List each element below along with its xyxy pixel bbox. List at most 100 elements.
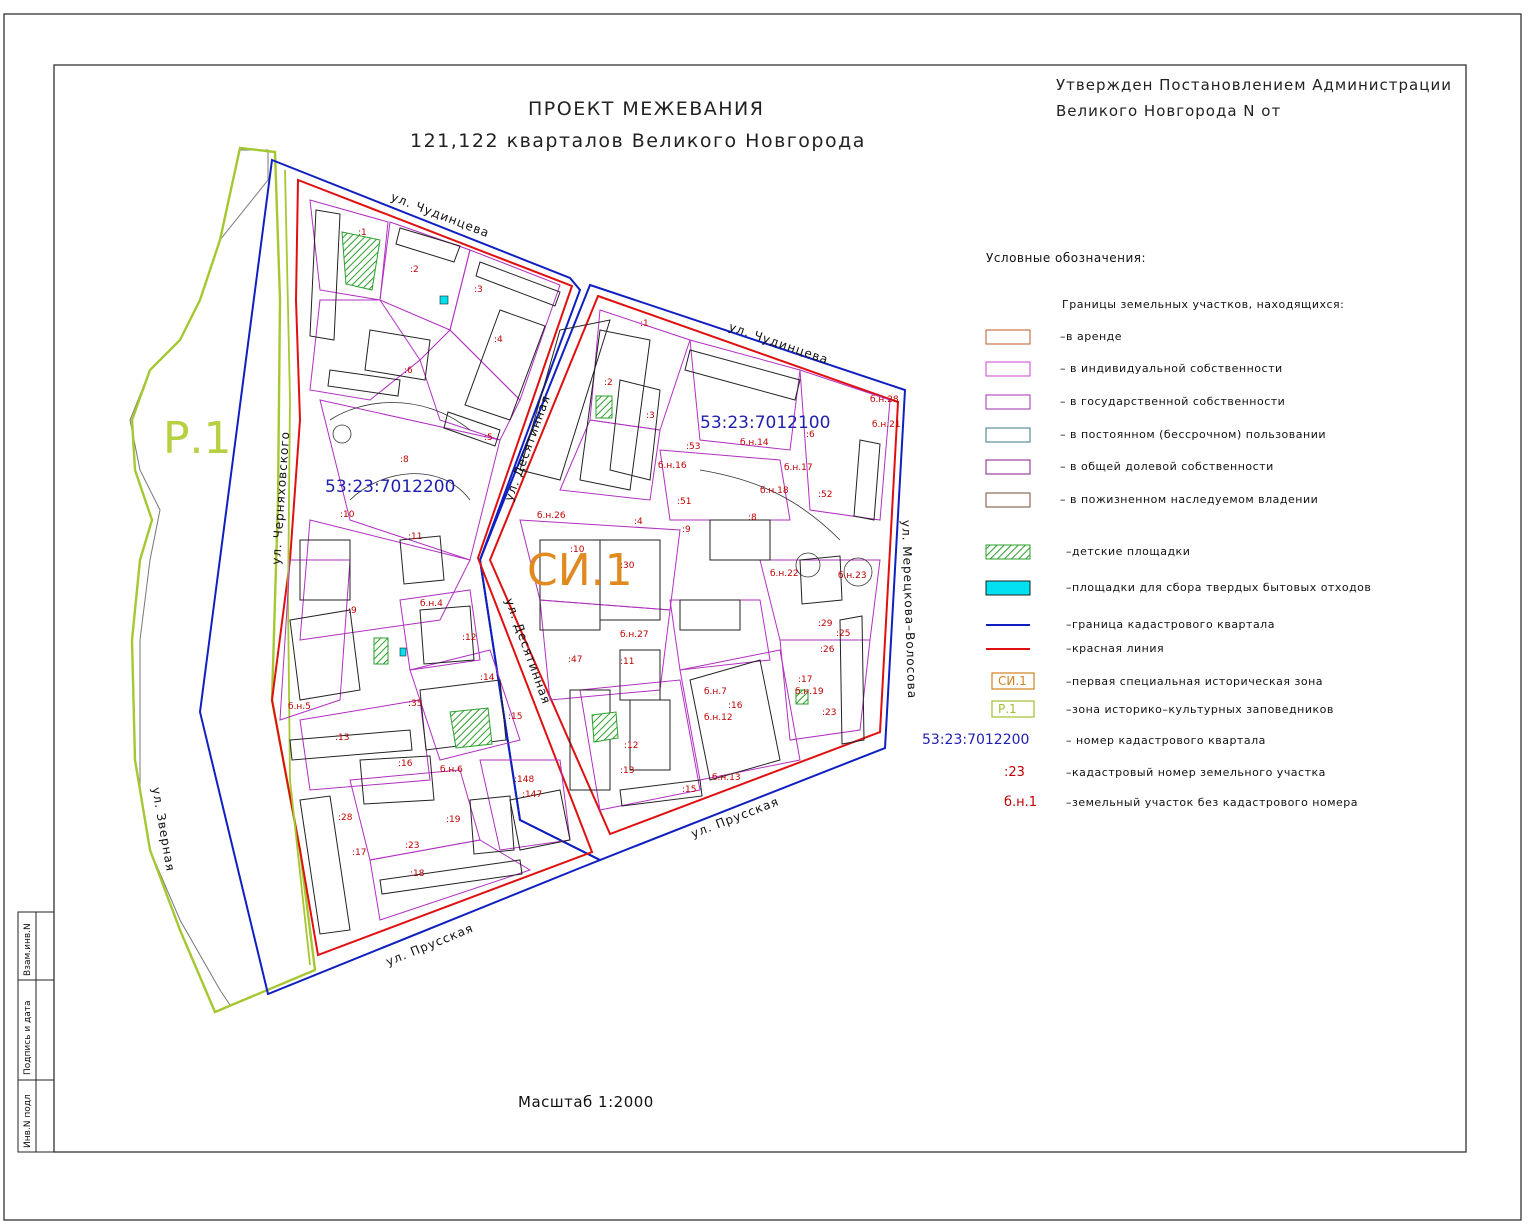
legend-label-5: – в пожизненном наследуемом владении bbox=[1060, 493, 1318, 506]
parcel-label[interactable]: б.н.27 bbox=[620, 630, 649, 640]
parcel-label[interactable]: :3 bbox=[474, 285, 483, 295]
parcel-label[interactable]: :8 bbox=[400, 455, 409, 465]
parcel-label[interactable]: б.н.19 bbox=[795, 687, 824, 697]
parcel-label[interactable]: б.н.6 bbox=[440, 765, 463, 775]
parcel-label[interactable]: :25 bbox=[836, 629, 850, 639]
parcel-label[interactable]: :17 bbox=[352, 848, 366, 858]
parcel-label[interactable]: :16 bbox=[398, 759, 413, 769]
parcel-label[interactable]: б.н.14 bbox=[740, 438, 769, 448]
parcel-label[interactable]: б.н.7 bbox=[704, 687, 727, 697]
stamp-replace: Взам.инв.N bbox=[23, 923, 33, 976]
legend-tag-text: СИ.1 bbox=[998, 674, 1027, 688]
parcel-label[interactable]: б.н.12 bbox=[704, 713, 733, 723]
legend-label-9: –красная линия bbox=[1066, 642, 1164, 655]
parcel-label[interactable]: :15 bbox=[508, 712, 522, 722]
parcel-label[interactable]: :3 bbox=[646, 411, 655, 421]
waste-site[interactable] bbox=[399, 647, 407, 657]
legend-symbol-14: б.н.1 bbox=[1004, 795, 1037, 810]
legend-heading: Условные обозначения: bbox=[986, 251, 1146, 265]
parcel-label[interactable]: :9 bbox=[682, 525, 691, 535]
parcel-label[interactable]: :10 bbox=[340, 510, 355, 520]
title-line-2: 121,122 кварталов Великого Новгорода bbox=[410, 130, 866, 152]
parcel-label[interactable]: :29 bbox=[818, 619, 833, 629]
parcel-label[interactable]: :147 bbox=[522, 790, 542, 800]
parcel-label[interactable]: :12 bbox=[624, 741, 638, 751]
parcel-label[interactable]: :1 bbox=[640, 319, 649, 329]
legend-symbol-6 bbox=[985, 544, 1031, 560]
legend-tag-text: Р.1 bbox=[998, 702, 1017, 716]
parcel-label[interactable]: б.н.24 bbox=[0, 0, 29, 3]
parcel-label[interactable]: :23 bbox=[405, 841, 419, 851]
parcel-label[interactable]: б.н.4 bbox=[420, 599, 443, 609]
parcel-label[interactable]: :52 bbox=[818, 490, 832, 500]
side-stamp: Инв.N подл Подпись и дата Взам.инв.N bbox=[17, 911, 55, 1153]
parcel-label[interactable]: б.н.22 bbox=[770, 569, 799, 579]
parcel-label[interactable]: :14 bbox=[480, 673, 495, 683]
parcel-label[interactable]: :1 bbox=[358, 228, 367, 238]
parcel-label[interactable]: :11 bbox=[620, 657, 634, 667]
parcel-label[interactable]: :26 bbox=[820, 645, 835, 655]
parcel-label[interactable]: :6 bbox=[404, 366, 413, 376]
parcel-label[interactable]: б.н.26 bbox=[537, 511, 566, 521]
parcel-label[interactable]: :23 bbox=[822, 708, 836, 718]
approval-line-1: Утвержден Постановлением Администрации bbox=[1056, 76, 1452, 94]
legend-label-6: –детские площадки bbox=[1066, 545, 1190, 558]
parcel-label[interactable]: :13 bbox=[620, 766, 634, 776]
parcel-label[interactable]: :28 bbox=[338, 813, 353, 823]
legend-label-4: – в общей долевой собственности bbox=[1060, 460, 1274, 473]
legend-symbol-11: Р.1 bbox=[991, 700, 1035, 718]
parcel-label[interactable]: :47 bbox=[568, 655, 582, 665]
legend-symbol-5 bbox=[985, 492, 1031, 508]
cadastral-sheet: Инв.N подл Подпись и дата Взам.инв.N Утв… bbox=[0, 0, 1522, 1221]
legend-symbol-2 bbox=[985, 394, 1031, 410]
parcel-label[interactable]: :35 bbox=[408, 699, 422, 709]
parcel-label[interactable]: :51 bbox=[677, 497, 691, 507]
parcel-label[interactable]: :17 bbox=[798, 675, 812, 685]
parcel-label[interactable]: :2 bbox=[410, 265, 419, 275]
legend-label-2: – в государственной собственности bbox=[1060, 395, 1285, 408]
parcel-label[interactable]: :19 bbox=[446, 815, 461, 825]
parcel-label[interactable]: б.н.28 bbox=[870, 395, 899, 405]
street-desyatinnaya-north: ул. Десятинная bbox=[502, 393, 553, 503]
parcel-label[interactable]: :15 bbox=[682, 785, 696, 795]
approval-line-2: Великого Новгорода N от bbox=[1056, 102, 1281, 120]
legend-symbol-10: СИ.1 bbox=[991, 672, 1035, 690]
parcel-label[interactable]: б.н.5 bbox=[288, 702, 311, 712]
parcel-label[interactable]: :4 bbox=[634, 517, 643, 527]
parcel-label[interactable]: :148 bbox=[514, 775, 534, 785]
legend-label-14: –земельный участок без кадастрового номе… bbox=[1066, 796, 1358, 809]
parcel-label[interactable]: :10 bbox=[570, 545, 585, 555]
parcel-label[interactable]: б.н.21 bbox=[872, 420, 901, 430]
parcel-label[interactable]: :16 bbox=[728, 701, 743, 711]
parcel-label[interactable]: б.н.16 bbox=[658, 461, 687, 471]
legend-symbol-13: :23 bbox=[1004, 765, 1025, 780]
stamp-inv: Инв.N подл bbox=[23, 1094, 33, 1148]
parcel-label[interactable]: :2 bbox=[604, 378, 613, 388]
parcel-label[interactable]: :13 bbox=[335, 733, 349, 743]
street-chudintseva-west: ул. Чудинцева bbox=[389, 190, 492, 241]
stamp-signature: Подпись и дата bbox=[23, 1000, 33, 1075]
legend-label-0: –в аренде bbox=[1060, 330, 1122, 343]
parcel-label[interactable]: б.н.13 bbox=[712, 773, 741, 783]
legend-symbol-3 bbox=[985, 427, 1031, 443]
zone-r1-label: Р.1 bbox=[163, 413, 232, 464]
parcel-label[interactable]: :30 bbox=[620, 561, 635, 571]
parcel-label[interactable]: б.н.17 bbox=[784, 463, 813, 473]
street-prusskaya-east: ул. Прусская bbox=[689, 794, 781, 840]
title-line-1: ПРОЕКТ МЕЖЕВАНИЯ bbox=[528, 98, 764, 120]
parcel-label[interactable]: :8 bbox=[748, 513, 757, 523]
parcel-label[interactable]: :6 bbox=[806, 430, 815, 440]
parcel-label[interactable]: :12 bbox=[462, 633, 476, 643]
parcel-label[interactable]: б.н.23 bbox=[838, 571, 867, 581]
legend-label-13: –кадастровый номер земельного участка bbox=[1066, 766, 1326, 779]
parcel-label[interactable]: :9 bbox=[348, 606, 357, 616]
parcel-label[interactable]: :18 bbox=[410, 869, 425, 879]
parcel-label[interactable]: б.н.18 bbox=[760, 486, 789, 496]
parcel-label[interactable]: :53 bbox=[686, 442, 700, 452]
legend-symbol-1 bbox=[985, 361, 1031, 377]
parcel-label[interactable]: :4 bbox=[494, 335, 503, 345]
waste-site[interactable] bbox=[439, 295, 449, 305]
street-meretskova: ул. Мерецкова–Волосова bbox=[899, 520, 919, 700]
parcel-label[interactable]: :11 bbox=[408, 532, 422, 542]
parcel-label[interactable]: :5 bbox=[484, 433, 493, 443]
